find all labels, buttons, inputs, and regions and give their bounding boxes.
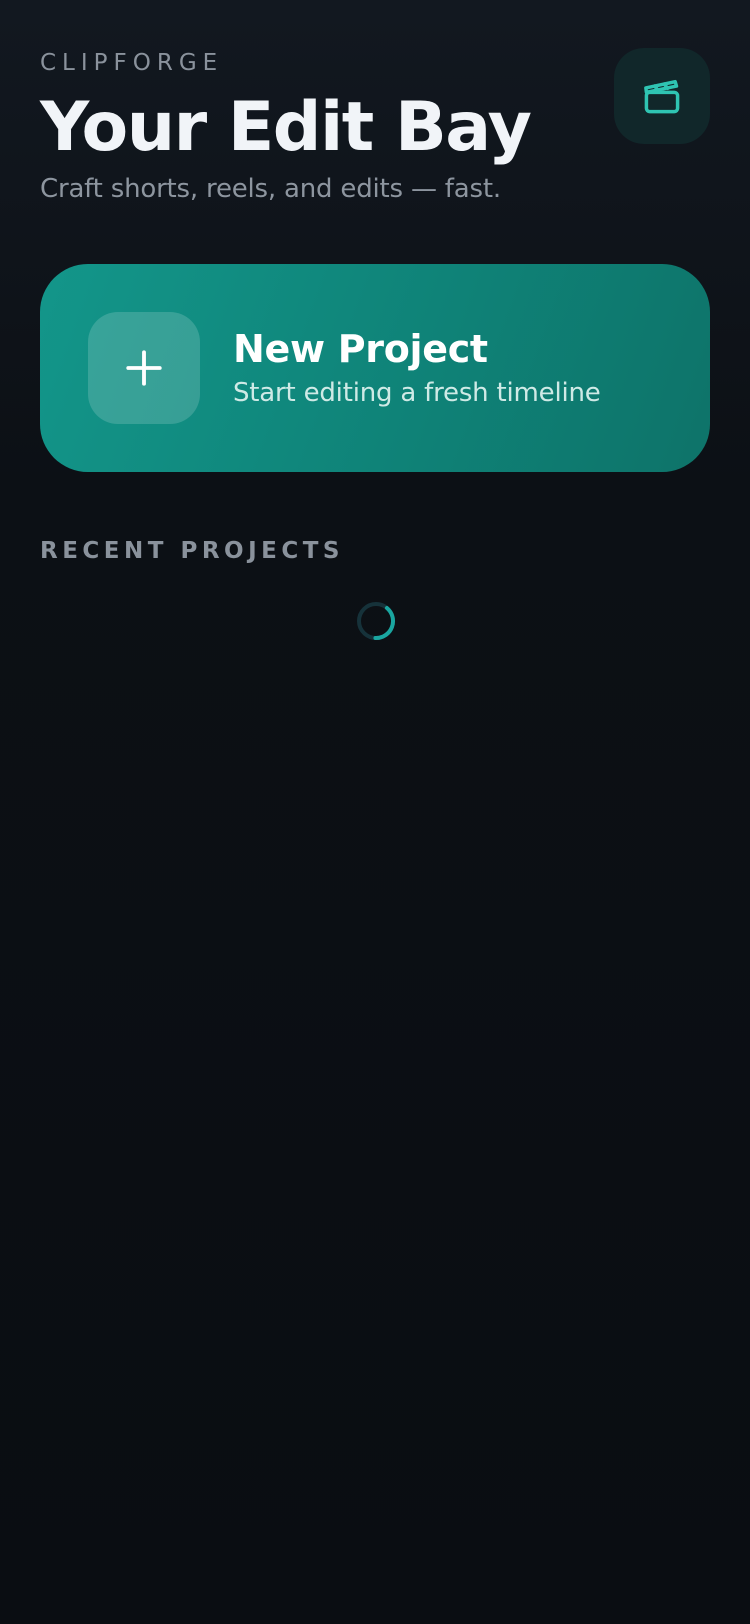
clapperboard-icon [644, 79, 680, 114]
clapperboard-button[interactable] [614, 48, 710, 144]
recent-projects-heading: RECENT PROJECTS [40, 538, 344, 564]
loading-spinner [357, 602, 395, 641]
new-project-title: New Project [233, 327, 488, 371]
brand-label: CLIPFORGE [40, 50, 224, 76]
page-subtitle: Craft shorts, reels, and edits — fast. [40, 174, 501, 204]
app-screen: CLIPFORGE Your Edit Bay Craft shorts, re… [0, 0, 750, 1624]
page-title: Your Edit Bay [40, 88, 532, 167]
new-project-button[interactable]: New Project Start editing a fresh timeli… [40, 264, 710, 472]
new-project-subtitle: Start editing a fresh timeline [233, 378, 601, 408]
plus-tile [88, 312, 200, 424]
new-project-text: New Project Start editing a fresh timeli… [233, 326, 601, 410]
header: CLIPFORGE Your Edit Bay Craft shorts, re… [40, 48, 710, 206]
plus-icon [126, 350, 162, 386]
